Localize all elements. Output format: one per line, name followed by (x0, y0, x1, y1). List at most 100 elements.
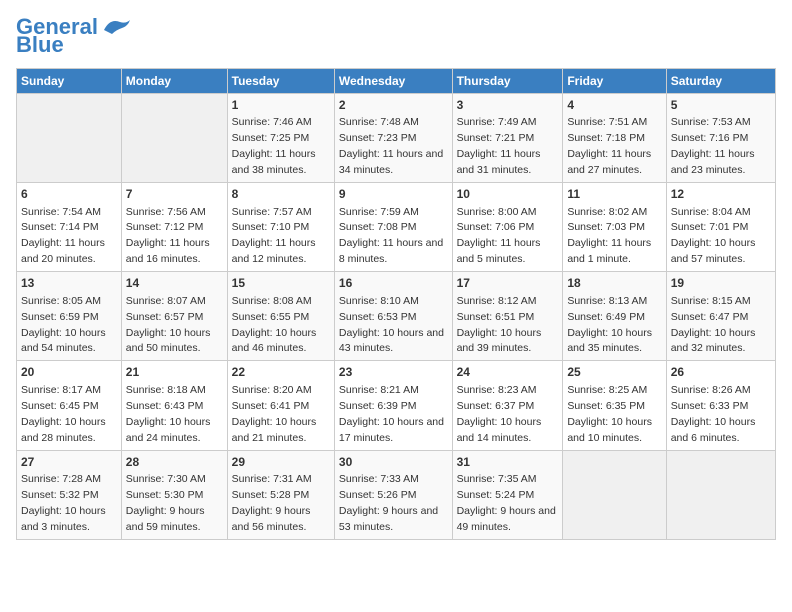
day-number: 31 (457, 454, 559, 471)
day-number: 11 (567, 186, 661, 203)
weekday-header: Monday (121, 69, 227, 94)
day-info: Sunrise: 8:25 AM Sunset: 6:35 PM Dayligh… (567, 384, 652, 444)
day-info: Sunrise: 8:21 AM Sunset: 6:39 PM Dayligh… (339, 384, 444, 444)
calendar-cell (121, 94, 227, 183)
calendar-week-row: 13 Sunrise: 8:05 AM Sunset: 6:59 PM Dayli… (17, 272, 776, 361)
calendar-cell: 22 Sunrise: 8:20 AM Sunset: 6:41 PM Dayli… (227, 361, 334, 450)
day-info: Sunrise: 8:26 AM Sunset: 6:33 PM Dayligh… (671, 384, 756, 444)
day-info: Sunrise: 8:04 AM Sunset: 7:01 PM Dayligh… (671, 206, 756, 266)
day-number: 24 (457, 364, 559, 381)
day-number: 5 (671, 97, 771, 114)
weekday-header: Saturday (666, 69, 775, 94)
day-info: Sunrise: 8:12 AM Sunset: 6:51 PM Dayligh… (457, 295, 542, 355)
day-info: Sunrise: 8:05 AM Sunset: 6:59 PM Dayligh… (21, 295, 106, 355)
day-info: Sunrise: 8:08 AM Sunset: 6:55 PM Dayligh… (232, 295, 317, 355)
calendar-cell: 16 Sunrise: 8:10 AM Sunset: 6:53 PM Dayli… (334, 272, 452, 361)
day-info: Sunrise: 7:48 AM Sunset: 7:23 PM Dayligh… (339, 116, 443, 176)
calendar-table: SundayMondayTuesdayWednesdayThursdayFrid… (16, 68, 776, 540)
calendar-cell: 31 Sunrise: 7:35 AM Sunset: 5:24 PM Dayli… (452, 450, 563, 539)
day-number: 29 (232, 454, 330, 471)
day-info: Sunrise: 7:28 AM Sunset: 5:32 PM Dayligh… (21, 473, 106, 533)
logo-bird-icon (100, 16, 132, 38)
day-number: 18 (567, 275, 661, 292)
day-info: Sunrise: 7:33 AM Sunset: 5:26 PM Dayligh… (339, 473, 438, 533)
calendar-cell: 28 Sunrise: 7:30 AM Sunset: 5:30 PM Dayli… (121, 450, 227, 539)
day-info: Sunrise: 7:54 AM Sunset: 7:14 PM Dayligh… (21, 206, 105, 266)
day-info: Sunrise: 8:17 AM Sunset: 6:45 PM Dayligh… (21, 384, 106, 444)
page-header: General Blue (16, 16, 776, 56)
day-number: 9 (339, 186, 448, 203)
day-number: 16 (339, 275, 448, 292)
day-number: 13 (21, 275, 117, 292)
day-number: 2 (339, 97, 448, 114)
calendar-cell: 6 Sunrise: 7:54 AM Sunset: 7:14 PM Daylig… (17, 183, 122, 272)
calendar-cell: 4 Sunrise: 7:51 AM Sunset: 7:18 PM Daylig… (563, 94, 666, 183)
day-info: Sunrise: 7:46 AM Sunset: 7:25 PM Dayligh… (232, 116, 316, 176)
logo-blue: Blue (16, 34, 64, 56)
day-number: 1 (232, 97, 330, 114)
day-info: Sunrise: 7:57 AM Sunset: 7:10 PM Dayligh… (232, 206, 316, 266)
calendar-cell: 14 Sunrise: 8:07 AM Sunset: 6:57 PM Dayli… (121, 272, 227, 361)
calendar-cell (563, 450, 666, 539)
day-info: Sunrise: 8:10 AM Sunset: 6:53 PM Dayligh… (339, 295, 444, 355)
calendar-cell: 18 Sunrise: 8:13 AM Sunset: 6:49 PM Dayli… (563, 272, 666, 361)
calendar-cell: 12 Sunrise: 8:04 AM Sunset: 7:01 PM Dayli… (666, 183, 775, 272)
day-info: Sunrise: 8:13 AM Sunset: 6:49 PM Dayligh… (567, 295, 652, 355)
calendar-cell: 26 Sunrise: 8:26 AM Sunset: 6:33 PM Dayli… (666, 361, 775, 450)
day-info: Sunrise: 8:00 AM Sunset: 7:06 PM Dayligh… (457, 206, 541, 266)
weekday-header: Friday (563, 69, 666, 94)
day-number: 23 (339, 364, 448, 381)
day-info: Sunrise: 7:53 AM Sunset: 7:16 PM Dayligh… (671, 116, 755, 176)
day-number: 28 (126, 454, 223, 471)
day-number: 20 (21, 364, 117, 381)
logo: General Blue (16, 16, 132, 56)
calendar-cell: 17 Sunrise: 8:12 AM Sunset: 6:51 PM Dayli… (452, 272, 563, 361)
day-info: Sunrise: 7:59 AM Sunset: 7:08 PM Dayligh… (339, 206, 443, 266)
calendar-cell: 29 Sunrise: 7:31 AM Sunset: 5:28 PM Dayli… (227, 450, 334, 539)
day-number: 22 (232, 364, 330, 381)
calendar-cell: 21 Sunrise: 8:18 AM Sunset: 6:43 PM Dayli… (121, 361, 227, 450)
day-info: Sunrise: 8:07 AM Sunset: 6:57 PM Dayligh… (126, 295, 211, 355)
day-number: 27 (21, 454, 117, 471)
day-info: Sunrise: 7:30 AM Sunset: 5:30 PM Dayligh… (126, 473, 206, 533)
day-info: Sunrise: 7:31 AM Sunset: 5:28 PM Dayligh… (232, 473, 312, 533)
day-number: 4 (567, 97, 661, 114)
day-info: Sunrise: 8:23 AM Sunset: 6:37 PM Dayligh… (457, 384, 542, 444)
day-number: 8 (232, 186, 330, 203)
weekday-header: Tuesday (227, 69, 334, 94)
calendar-cell: 25Sunrise: 8:25 AM Sunset: 6:35 PM Dayli… (563, 361, 666, 450)
calendar-week-row: 20 Sunrise: 8:17 AM Sunset: 6:45 PM Dayli… (17, 361, 776, 450)
calendar-cell (666, 450, 775, 539)
day-number: 21 (126, 364, 223, 381)
calendar-cell: 27 Sunrise: 7:28 AM Sunset: 5:32 PM Dayli… (17, 450, 122, 539)
calendar-cell: 13 Sunrise: 8:05 AM Sunset: 6:59 PM Dayli… (17, 272, 122, 361)
day-info: Sunrise: 7:35 AM Sunset: 5:24 PM Dayligh… (457, 473, 556, 533)
day-number: 6 (21, 186, 117, 203)
day-info: Sunrise: 8:18 AM Sunset: 6:43 PM Dayligh… (126, 384, 211, 444)
day-number: 17 (457, 275, 559, 292)
day-number: 12 (671, 186, 771, 203)
day-info: Sunrise: 8:02 AM Sunset: 7:03 PM Dayligh… (567, 206, 651, 266)
calendar-cell: 5 Sunrise: 7:53 AM Sunset: 7:16 PM Daylig… (666, 94, 775, 183)
day-number: 26 (671, 364, 771, 381)
calendar-cell: 10 Sunrise: 8:00 AM Sunset: 7:06 PM Dayli… (452, 183, 563, 272)
day-info: Sunrise: 7:51 AM Sunset: 7:18 PM Dayligh… (567, 116, 651, 176)
calendar-cell: 9 Sunrise: 7:59 AM Sunset: 7:08 PM Daylig… (334, 183, 452, 272)
day-number: 15 (232, 275, 330, 292)
calendar-cell: 11 Sunrise: 8:02 AM Sunset: 7:03 PM Dayli… (563, 183, 666, 272)
calendar-cell: 19Sunrise: 8:15 AM Sunset: 6:47 PM Dayli… (666, 272, 775, 361)
calendar-cell: 1 Sunrise: 7:46 AM Sunset: 7:25 PM Daylig… (227, 94, 334, 183)
calendar-cell (17, 94, 122, 183)
calendar-week-row: 6 Sunrise: 7:54 AM Sunset: 7:14 PM Daylig… (17, 183, 776, 272)
day-info: Sunrise: 8:20 AM Sunset: 6:41 PM Dayligh… (232, 384, 317, 444)
day-info: Sunrise: 7:49 AM Sunset: 7:21 PM Dayligh… (457, 116, 541, 176)
calendar-cell: 2 Sunrise: 7:48 AM Sunset: 7:23 PM Daylig… (334, 94, 452, 183)
weekday-header: Thursday (452, 69, 563, 94)
day-number: 10 (457, 186, 559, 203)
weekday-header: Wednesday (334, 69, 452, 94)
day-number: 7 (126, 186, 223, 203)
calendar-cell: 3Sunrise: 7:49 AM Sunset: 7:21 PM Daylig… (452, 94, 563, 183)
calendar-cell: 30Sunrise: 7:33 AM Sunset: 5:26 PM Dayli… (334, 450, 452, 539)
day-number: 14 (126, 275, 223, 292)
calendar-cell: 7Sunrise: 7:56 AM Sunset: 7:12 PM Daylig… (121, 183, 227, 272)
